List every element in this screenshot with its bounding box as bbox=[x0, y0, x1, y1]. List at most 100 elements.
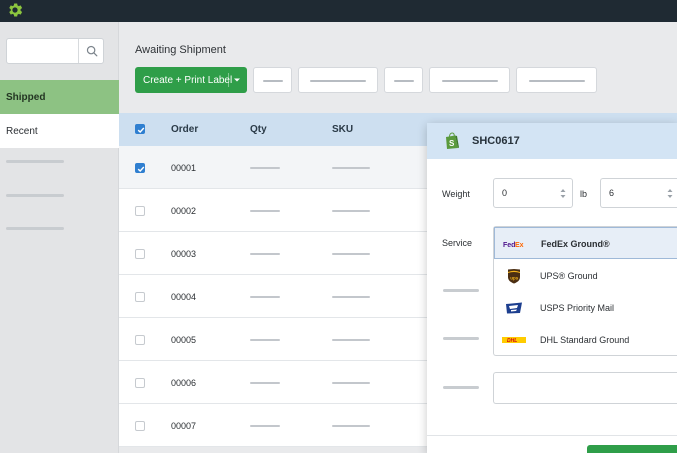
service-name: DHL Standard Ground bbox=[540, 335, 630, 345]
panel-header: S SHC0617 bbox=[427, 123, 677, 159]
order-number: 00007 bbox=[171, 421, 197, 431]
toolbar-button[interactable] bbox=[253, 67, 292, 93]
service-list: Fed Ex FedEx Ground® ups UPS® Ground USP… bbox=[493, 226, 677, 356]
sku-placeholder bbox=[332, 167, 370, 169]
service-option-ups[interactable]: ups UPS® Ground bbox=[494, 260, 677, 292]
qty-placeholder bbox=[250, 253, 280, 255]
shipment-panel: S SHC0617 Weight 0 lb 6 Service Fed Ex F… bbox=[427, 123, 677, 453]
search-input[interactable] bbox=[7, 39, 77, 63]
qty-placeholder bbox=[250, 210, 280, 212]
button-placeholder bbox=[310, 80, 366, 82]
service-option-dhl[interactable]: DHL DHL Standard Ground bbox=[494, 324, 677, 356]
sku-placeholder bbox=[332, 253, 370, 255]
sku-placeholder bbox=[332, 210, 370, 212]
row-checkbox[interactable] bbox=[135, 292, 145, 302]
svg-text:Ex: Ex bbox=[515, 242, 524, 249]
order-number: 00005 bbox=[171, 335, 197, 345]
order-number: 00003 bbox=[171, 249, 197, 259]
service-name: FedEx Ground® bbox=[541, 239, 610, 249]
toolbar-button[interactable] bbox=[384, 67, 423, 93]
sidebar-item-label: Shipped bbox=[6, 91, 46, 103]
panel-footer-divider bbox=[427, 435, 677, 436]
qty-placeholder bbox=[250, 425, 280, 427]
stepper-icon[interactable] bbox=[667, 188, 673, 199]
service-name: UPS® Ground bbox=[540, 271, 598, 281]
panel-text-input[interactable] bbox=[493, 372, 677, 404]
field-label-placeholder bbox=[443, 386, 479, 389]
toolbar-button[interactable] bbox=[298, 67, 378, 93]
qty-placeholder bbox=[250, 382, 280, 384]
panel-primary-button[interactable] bbox=[587, 445, 677, 453]
field-label-placeholder bbox=[443, 289, 479, 292]
order-number: 00004 bbox=[171, 292, 197, 302]
toolbar-button[interactable] bbox=[516, 67, 597, 93]
search-divider bbox=[78, 39, 79, 63]
ups-logo-icon: ups bbox=[508, 269, 520, 284]
row-checkbox[interactable] bbox=[135, 378, 145, 388]
service-option-fedex[interactable]: Fed Ex FedEx Ground® bbox=[494, 227, 677, 259]
svg-text:Fed: Fed bbox=[503, 242, 515, 249]
search-icon[interactable] bbox=[85, 44, 99, 58]
service-name: USPS Priority Mail bbox=[540, 303, 615, 313]
sidebar-item-label: Recent bbox=[6, 125, 38, 137]
check-icon bbox=[137, 127, 145, 133]
column-header-order[interactable]: Order bbox=[171, 124, 198, 135]
order-number: 00006 bbox=[171, 378, 197, 388]
service-option-usps[interactable]: USPS Priority Mail bbox=[494, 292, 677, 324]
sku-placeholder bbox=[332, 339, 370, 341]
sidebar-item-shipped[interactable]: Shipped bbox=[0, 80, 119, 114]
button-placeholder bbox=[262, 80, 283, 82]
check-icon bbox=[137, 166, 145, 172]
search-box[interactable] bbox=[6, 38, 104, 64]
qty-placeholder bbox=[250, 167, 280, 169]
sku-placeholder bbox=[332, 425, 370, 427]
column-header-sku[interactable]: SKU bbox=[332, 124, 353, 135]
weight-lb-input[interactable]: 0 bbox=[493, 178, 573, 208]
sidebar-item-placeholder[interactable] bbox=[6, 227, 64, 230]
button-placeholder bbox=[393, 80, 414, 82]
dhl-logo-icon: DHL bbox=[502, 337, 526, 344]
fedex-logo-icon: Fed Ex bbox=[503, 242, 524, 249]
button-placeholder bbox=[528, 80, 585, 82]
order-number: 00002 bbox=[171, 206, 197, 216]
row-checkbox[interactable] bbox=[135, 335, 145, 345]
qty-placeholder bbox=[250, 296, 280, 298]
weight-oz-value: 6 bbox=[609, 188, 615, 198]
svg-text:DHL: DHL bbox=[507, 338, 517, 344]
sidebar: Shipped Recent bbox=[0, 22, 119, 453]
gear-icon[interactable] bbox=[6, 1, 24, 19]
shopify-icon: S bbox=[446, 132, 459, 149]
svg-text:ups: ups bbox=[510, 276, 518, 281]
sidebar-item-placeholder[interactable] bbox=[6, 160, 64, 163]
sku-placeholder bbox=[332, 296, 370, 298]
weight-unit-label: lb bbox=[580, 189, 588, 199]
row-checkbox[interactable] bbox=[135, 249, 145, 259]
sidebar-item-recent[interactable]: Recent bbox=[0, 114, 119, 148]
svg-text:S: S bbox=[449, 139, 455, 148]
field-label-placeholder bbox=[443, 337, 479, 340]
button-divider bbox=[228, 73, 229, 87]
order-number: 00001 bbox=[171, 163, 197, 173]
row-checkbox[interactable] bbox=[135, 163, 145, 173]
button-label: Create + Print Label bbox=[143, 74, 233, 86]
weight-oz-input[interactable]: 6 bbox=[600, 178, 677, 208]
column-header-qty[interactable]: Qty bbox=[250, 124, 267, 135]
row-checkbox[interactable] bbox=[135, 206, 145, 216]
panel-title: SHC0617 bbox=[472, 135, 520, 147]
sku-placeholder bbox=[332, 382, 370, 384]
qty-placeholder bbox=[250, 339, 280, 341]
select-all-checkbox[interactable] bbox=[135, 124, 145, 134]
sidebar-item-placeholder[interactable] bbox=[6, 194, 64, 197]
create-print-label-button[interactable]: Create + Print Label bbox=[135, 67, 247, 93]
service-label: Service bbox=[442, 238, 473, 248]
top-bar bbox=[0, 0, 677, 22]
weight-label: Weight bbox=[442, 189, 470, 199]
page-title: Awaiting Shipment bbox=[135, 44, 226, 56]
stepper-icon[interactable] bbox=[560, 188, 566, 199]
chevron-down-icon[interactable] bbox=[233, 76, 241, 84]
usps-eagle-icon bbox=[506, 302, 522, 314]
row-checkbox[interactable] bbox=[135, 421, 145, 431]
weight-lb-value: 0 bbox=[502, 188, 508, 198]
toolbar-button[interactable] bbox=[429, 67, 510, 93]
button-placeholder bbox=[441, 80, 498, 82]
